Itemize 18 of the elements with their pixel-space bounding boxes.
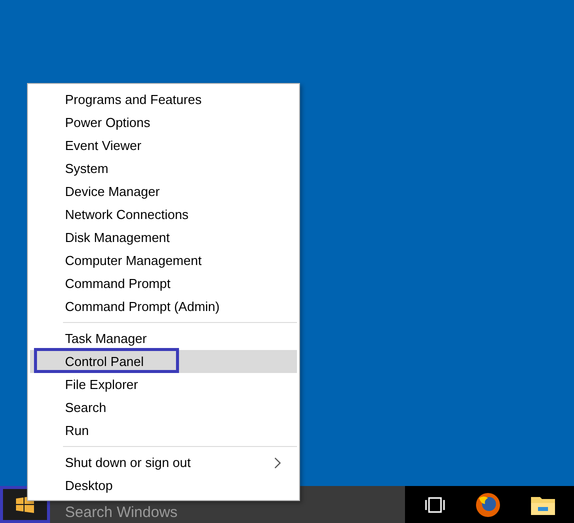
menu-item[interactable]: Power Options (30, 111, 297, 134)
menu-item[interactable]: File Explorer (30, 373, 297, 396)
menu-item[interactable]: Shut down or sign out (30, 451, 297, 474)
menu-item[interactable]: Run (30, 419, 297, 442)
firefox-icon[interactable] (474, 492, 500, 518)
menu-item[interactable]: Command Prompt (Admin) (30, 295, 297, 318)
menu-item[interactable]: Control Panel (30, 350, 297, 373)
menu-item[interactable]: Command Prompt (30, 272, 297, 295)
menu-item[interactable]: Task Manager (30, 327, 297, 350)
menu-item[interactable]: Search (30, 396, 297, 419)
menu-item[interactable]: Programs and Features (30, 88, 297, 111)
task-view-icon[interactable] (424, 496, 446, 512)
menu-item[interactable]: Event Viewer (30, 134, 297, 157)
menu-item[interactable]: Computer Management (30, 249, 297, 272)
menu-item[interactable]: Disk Management (30, 226, 297, 249)
menu-item[interactable]: Network Connections (30, 203, 297, 226)
menu-item[interactable]: System (30, 157, 297, 180)
menu-item[interactable]: Device Manager (30, 180, 297, 203)
